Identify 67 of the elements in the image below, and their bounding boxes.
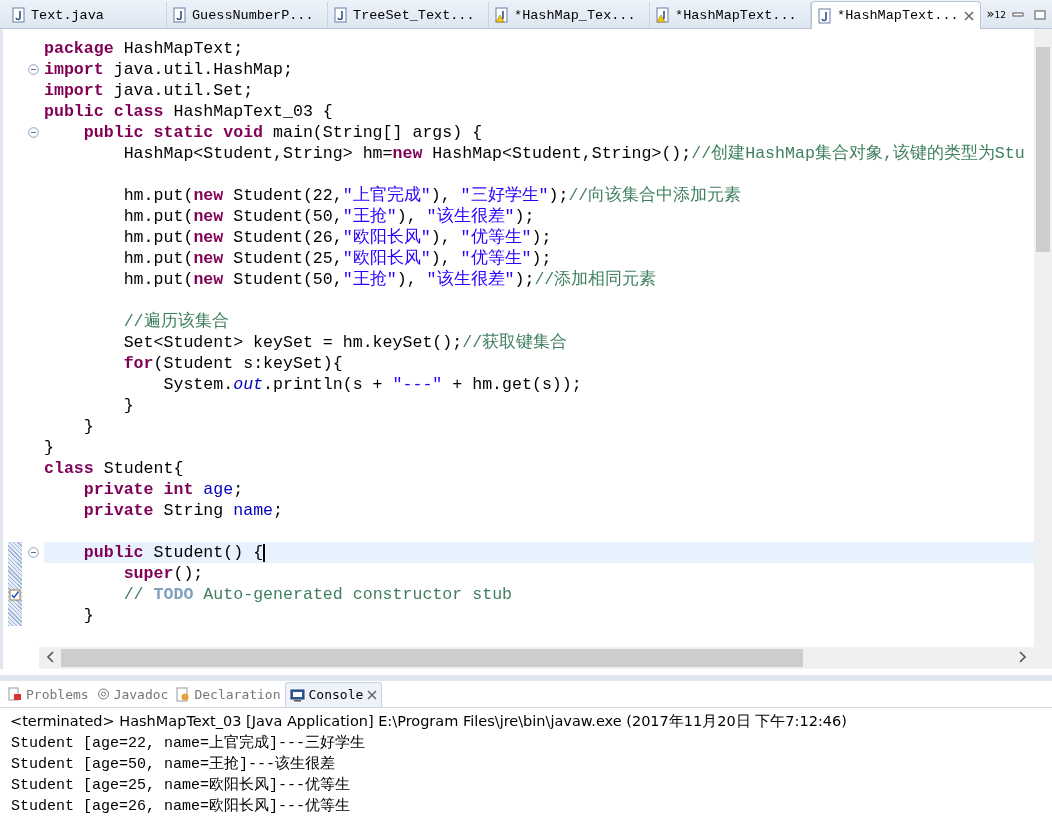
panel-tab[interactable]: Console [284, 681, 383, 707]
code-line: //遍历该集合 [122, 311, 230, 332]
code-line: hm.put(new Student(26,"欧阳长风"), "优等生"); [122, 227, 553, 248]
code-line: private int age; [82, 479, 245, 500]
code-line: hm.put(new Student(25,"欧阳长风"), "优等生"); [122, 248, 553, 269]
code-line: } [82, 605, 95, 626]
vertical-scrollbar[interactable] [1034, 29, 1052, 669]
editor-tab[interactable]: *HashMapText... [811, 1, 981, 29]
code-line: // TODO Auto-generated constructor stub [122, 584, 514, 605]
problems-icon [8, 687, 22, 701]
editor-tab[interactable]: Text.java [6, 2, 167, 28]
console-output-line: Student [age=25, name=欧阳长风]---优等生 [10, 775, 352, 796]
tab-label: Problems [26, 686, 89, 702]
code-line: class Student{ [44, 458, 185, 479]
maximize-icon[interactable] [1034, 10, 1047, 20]
console-output-line: Student [age=26, name=欧阳长风]---优等生 [10, 796, 352, 817]
tab-label: *HashMapText... [675, 7, 797, 23]
code-line: } [82, 416, 95, 437]
code-line: super(); [122, 563, 205, 584]
code-line: } [44, 437, 55, 458]
horizontal-scrollbar[interactable] [39, 647, 1034, 669]
panel-tab[interactable]: Declaration [172, 682, 285, 706]
collapse-icon[interactable] [27, 547, 39, 558]
console-header: <terminated> HashMapText_03 [Java Application] E:\Program Files\jre\bin\javaw.exe (2017年11月20日 下午7:12:46) [9, 712, 848, 731]
code-line: System.out.println(s + "---" + hm.get(s)); [162, 374, 583, 395]
code-line: for(Student s:keySet){ [122, 353, 344, 374]
tab-label: *HashMap_Tex... [514, 7, 636, 23]
panel-tab[interactable]: Problems [4, 682, 93, 706]
code-line: private String name; [82, 500, 285, 521]
close-icon[interactable] [367, 689, 378, 700]
task-checkbox-icon [9, 588, 21, 601]
tab-label: GuessNumberP... [192, 7, 314, 23]
code-line: Set<Student> keySet = hm.keySet();//获取键集合 [122, 332, 569, 353]
tab-label: Console [308, 687, 364, 702]
code-line: hm.put(new Student(50,"王抢"), "该生很差"); [122, 206, 536, 227]
code-line: HashMap<Student,String> hm=new HashMap<Student,String>();//创建HashMap集合对象,该键的类型为Stu [122, 143, 1026, 164]
console-icon [289, 687, 305, 702]
at-sign-icon [96, 687, 110, 701]
tab-label: *HashMapText... [837, 8, 959, 23]
console-output-line: Student [age=50, name=王抢]---该生很差 [10, 754, 337, 775]
editor-tab[interactable]: TreeSet_Text... [328, 2, 490, 28]
editor-tab[interactable]: *HashMapText... [650, 2, 812, 28]
code-line: package HashMapText; [44, 38, 245, 59]
panel-tab[interactable]: Javadoc [92, 682, 173, 706]
editor-tab[interactable]: GuessNumberP... [167, 2, 329, 28]
editor-tab[interactable]: *HashMap_Tex... [489, 2, 651, 28]
code-line: import java.util.HashMap; [44, 59, 294, 80]
code-line: public class HashMapText_03 { [44, 101, 334, 122]
code-line: hm.put(new Student(50,"王抢"), "该生很差");//添加相同元素 [122, 269, 658, 290]
collapse-icon[interactable] [27, 127, 39, 138]
code-line: hm.put(new Student(22,"上官完成"), "三好学生");//向该集合中添加元素 [122, 185, 743, 206]
close-icon[interactable] [963, 10, 974, 21]
tab-label: Declaration [194, 686, 281, 702]
chevron-right-icon[interactable] [1019, 650, 1027, 663]
code-line: public static void main(String[] args) { [82, 122, 484, 143]
collapse-icon[interactable] [27, 64, 39, 75]
tab-label: Text.java [31, 7, 104, 23]
text-cursor [263, 543, 266, 562]
tab-label: TreeSet_Text... [353, 7, 475, 23]
console-output-line: Student [age=22, name=上官完成]---三好学生 [10, 733, 367, 754]
chevron-left-icon[interactable] [46, 650, 54, 663]
minimize-icon[interactable] [1012, 10, 1025, 18]
code-line: } [122, 395, 135, 416]
code-line: import java.util.Set; [44, 80, 255, 101]
tab-label: Javadoc [113, 686, 169, 702]
declaration-icon [176, 686, 191, 702]
more-tabs-button[interactable]: »12 [986, 6, 1007, 21]
